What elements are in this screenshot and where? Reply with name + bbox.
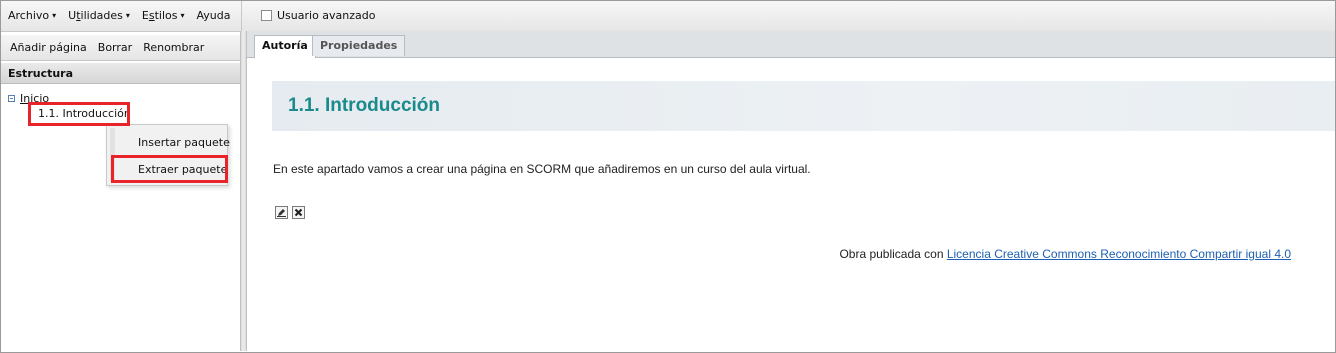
delete-page-button[interactable]: Borrar	[98, 41, 132, 54]
add-page-button[interactable]: Añadir página	[10, 41, 87, 54]
advanced-user-toggle[interactable]: Usuario avanzado	[261, 9, 376, 22]
page-title: 1.1. Introducción	[288, 95, 441, 116]
title-band: 1.1. Introducción	[272, 81, 1335, 131]
license-prefix: Obra publicada con	[839, 247, 947, 261]
panel-splitter[interactable]	[240, 31, 247, 351]
tab-propiedades[interactable]: Propiedades	[312, 35, 406, 56]
structure-header: Estructura	[1, 63, 240, 84]
insert-package-menu-item[interactable]: Insertar paquete	[138, 134, 230, 152]
advanced-user-checkbox[interactable]	[261, 10, 272, 21]
tree-node-label[interactable]: Inicio	[20, 92, 49, 105]
chevron-down-icon: ▾	[180, 11, 185, 20]
tab-strip: Autoría Propiedades	[247, 31, 1335, 58]
tree-node-inicio[interactable]: Inicio	[8, 92, 49, 105]
edit-pencil-icon[interactable]	[275, 206, 288, 219]
menu-archivo[interactable]: Archivo ▾	[8, 9, 56, 22]
chevron-down-icon: ▾	[52, 11, 57, 20]
menu-utilidades[interactable]: Utilidades ▾	[68, 9, 130, 22]
tab-autoria[interactable]: Autoría	[254, 35, 316, 58]
rename-page-button[interactable]: Renombrar	[143, 41, 204, 54]
chevron-down-icon: ▾	[125, 11, 130, 20]
topbar-divider	[241, 1, 242, 31]
context-menu-gutter	[110, 128, 115, 182]
menu-ayuda[interactable]: Ayuda	[197, 9, 231, 22]
main-menu: Archivo ▾ Utilidades ▾ Estilos ▾ Ayuda	[8, 9, 231, 22]
delete-x-icon[interactable]	[292, 206, 305, 219]
menu-estilos[interactable]: Estilos ▾	[142, 9, 185, 22]
license-notice: Obra publicada con Licencia Creative Com…	[839, 247, 1291, 261]
license-link[interactable]: Licencia Creative Commons Reconocimiento…	[947, 247, 1291, 261]
tree-node-introduccion[interactable]: 1.1. Introducción	[27, 105, 134, 123]
content-area: 1.1. Introducción En este apartado vamos…	[247, 58, 1335, 350]
extract-package-menu-item[interactable]: Extraer paquete	[138, 161, 227, 179]
advanced-user-label: Usuario avanzado	[277, 9, 376, 22]
content-paragraph: En este apartado vamos a crear una págin…	[273, 162, 811, 176]
context-menu: Insertar paquete Extraer paquete	[106, 124, 230, 186]
top-menu-bar: Archivo ▾ Utilidades ▾ Estilos ▾ Ayuda Usua…	[1, 1, 1335, 32]
page-toolbar: Añadir página Borrar Renombrar	[1, 35, 240, 61]
collapse-icon[interactable]	[8, 95, 15, 102]
